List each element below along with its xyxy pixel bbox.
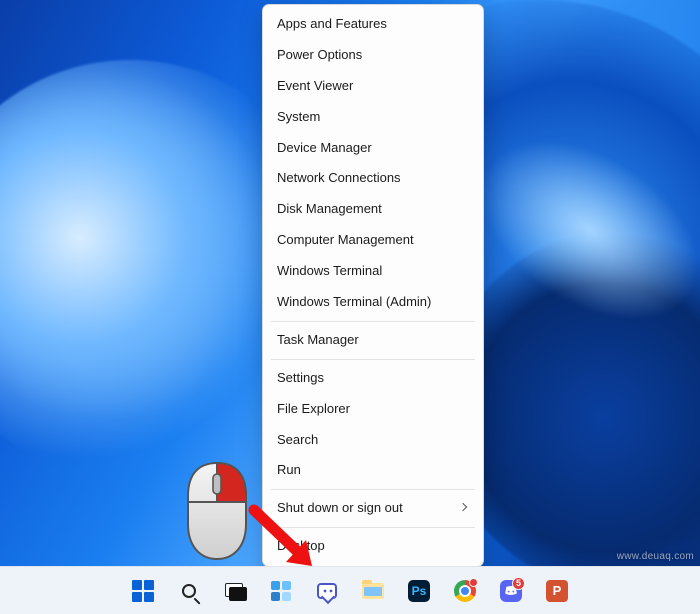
menu-item-label: Power Options — [277, 47, 362, 64]
menu-item-label: Search — [277, 432, 318, 449]
menu-item-computer-management[interactable]: Computer Management — [263, 225, 483, 256]
menu-item-shut-down-or-sign-out[interactable]: Shut down or sign out — [263, 493, 483, 524]
watermark-text: www.deuaq.com — [617, 551, 694, 562]
widgets-button[interactable] — [261, 571, 301, 611]
widgets-icon — [271, 581, 291, 601]
menu-item-label: Event Viewer — [277, 78, 353, 95]
menu-item-label: Desktop — [277, 538, 325, 555]
menu-item-label: Windows Terminal (Admin) — [277, 294, 431, 311]
winx-context-menu: Apps and Features Power Options Event View… — [262, 4, 484, 567]
search-icon — [182, 584, 196, 598]
photoshop-button[interactable]: Ps — [399, 571, 439, 611]
menu-item-task-manager[interactable]: Task Manager — [263, 325, 483, 356]
menu-item-label: Task Manager — [277, 332, 359, 349]
menu-separator — [271, 321, 475, 322]
powerpoint-icon: P — [546, 580, 568, 602]
menu-separator — [271, 527, 475, 528]
task-view-icon — [225, 583, 245, 599]
menu-item-label: Disk Management — [277, 201, 382, 218]
menu-separator — [271, 359, 475, 360]
windows-logo-icon — [132, 580, 154, 602]
photoshop-icon: Ps — [408, 580, 430, 602]
menu-item-file-explorer[interactable]: File Explorer — [263, 394, 483, 425]
file-explorer-icon — [362, 583, 384, 599]
menu-item-apps-and-features[interactable]: Apps and Features — [263, 9, 483, 40]
menu-item-power-options[interactable]: Power Options — [263, 40, 483, 71]
menu-item-label: System — [277, 109, 320, 126]
menu-item-disk-management[interactable]: Disk Management — [263, 194, 483, 225]
taskbar-search-button[interactable] — [169, 571, 209, 611]
menu-item-label: Apps and Features — [277, 16, 387, 33]
task-view-button[interactable] — [215, 571, 255, 611]
notification-dot-icon — [469, 578, 478, 587]
menu-item-search[interactable]: Search — [263, 425, 483, 456]
menu-item-label: Windows Terminal — [277, 263, 382, 280]
menu-item-network-connections[interactable]: Network Connections — [263, 163, 483, 194]
chevron-right-icon — [460, 504, 469, 513]
menu-item-system[interactable]: System — [263, 102, 483, 133]
menu-item-label: File Explorer — [277, 401, 350, 418]
menu-item-settings[interactable]: Settings — [263, 363, 483, 394]
menu-item-label: Settings — [277, 370, 324, 387]
desktop: Apps and Features Power Options Event View… — [0, 0, 700, 614]
menu-item-run[interactable]: Run — [263, 455, 483, 486]
menu-item-label: Shut down or sign out — [277, 500, 403, 517]
file-explorer-button[interactable] — [353, 571, 393, 611]
menu-item-desktop[interactable]: Desktop — [263, 531, 483, 562]
menu-item-device-manager[interactable]: Device Manager — [263, 133, 483, 164]
chrome-icon — [454, 580, 476, 602]
menu-item-label: Network Connections — [277, 170, 401, 187]
menu-separator — [271, 489, 475, 490]
menu-item-windows-terminal[interactable]: Windows Terminal — [263, 256, 483, 287]
menu-item-windows-terminal-admin[interactable]: Windows Terminal (Admin) — [263, 287, 483, 318]
menu-item-label: Computer Management — [277, 232, 414, 249]
notification-badge: 5 — [512, 577, 525, 590]
start-button[interactable] — [123, 571, 163, 611]
mouse-right-click-hint-icon — [180, 460, 254, 562]
discord-icon: 5 — [500, 580, 522, 602]
powerpoint-button[interactable]: P — [537, 571, 577, 611]
menu-item-label: Device Manager — [277, 140, 372, 157]
chat-button[interactable] — [307, 571, 347, 611]
chat-icon — [317, 583, 337, 599]
menu-item-event-viewer[interactable]: Event Viewer — [263, 71, 483, 102]
chrome-button[interactable] — [445, 571, 485, 611]
menu-item-label: Run — [277, 462, 301, 479]
taskbar: Ps 5 P — [0, 566, 700, 614]
discord-button[interactable]: 5 — [491, 571, 531, 611]
